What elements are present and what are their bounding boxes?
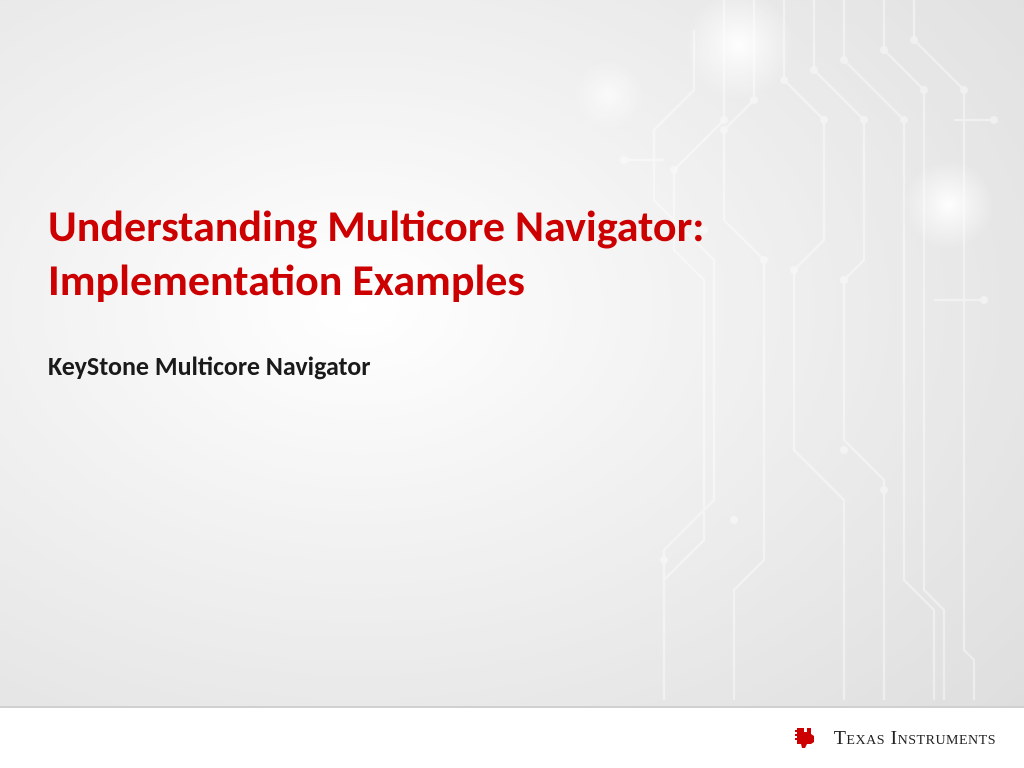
lens-flare (574, 60, 644, 130)
slide-title: Understanding Multicore Navigator: Imple… (48, 200, 928, 307)
lens-flare (684, 0, 794, 100)
slide: Understanding Multicore Navigator: Imple… (0, 0, 1024, 768)
title-line-2: Implementation Examples (48, 253, 525, 307)
company-logo: Texas Instruments (794, 722, 996, 755)
company-name: Texas Instruments (834, 727, 996, 750)
circuit-artwork (544, 0, 1024, 700)
title-line-1: Understanding Multicore Navigator: (48, 199, 704, 253)
slide-subtitle: KeyStone Multicore Navigator (48, 350, 371, 382)
ti-chip-icon (794, 722, 824, 755)
footer-bar: Texas Instruments (0, 706, 1024, 768)
